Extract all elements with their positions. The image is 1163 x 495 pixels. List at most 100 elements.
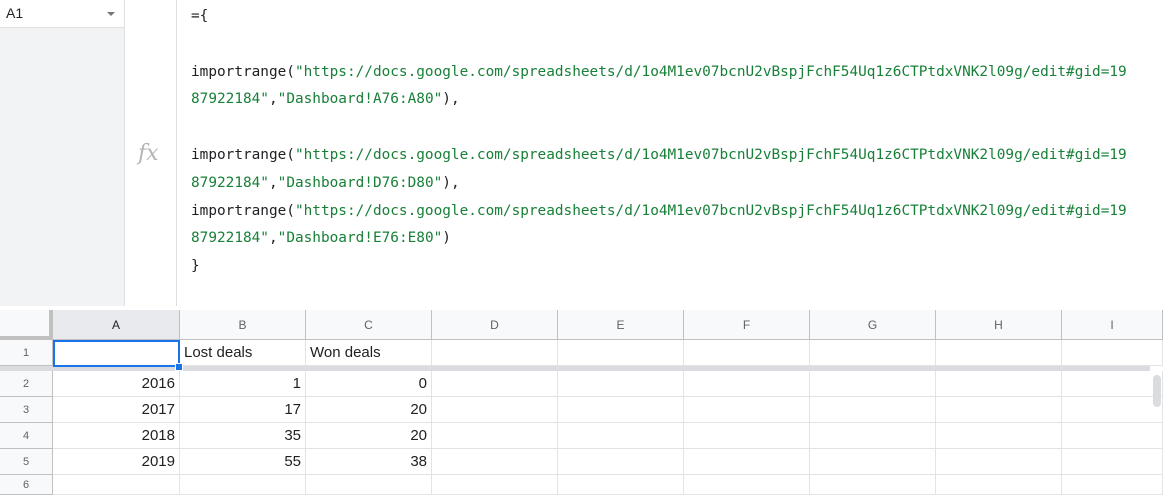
formula-line: importrange(	[191, 202, 295, 219]
cell-g3[interactable]	[810, 397, 936, 423]
cell-c6[interactable]	[306, 475, 432, 495]
formula-string: "https://docs.google.com/spreadsheets/d/…	[294, 146, 1127, 163]
name-box[interactable]: A1	[0, 0, 124, 28]
cell-h5[interactable]	[936, 449, 1062, 475]
cell-c2[interactable]: 0	[306, 371, 432, 397]
cell-i3[interactable]	[1062, 397, 1163, 423]
cell-h6[interactable]	[936, 475, 1062, 495]
column-header-i[interactable]: I	[1062, 310, 1163, 340]
cell-i4[interactable]	[1062, 423, 1163, 449]
vertical-scrollbar[interactable]	[1151, 371, 1163, 489]
cell-e2[interactable]	[558, 371, 684, 397]
cell-b1[interactable]: Lost deals	[180, 340, 306, 366]
column-header-e[interactable]: E	[558, 310, 684, 340]
cell-e3[interactable]	[558, 397, 684, 423]
cell-d2[interactable]	[432, 371, 558, 397]
formula-string: 87922184"	[191, 91, 269, 108]
name-box-area: A1	[0, 0, 124, 306]
cell-c3[interactable]: 20	[306, 397, 432, 423]
formula-line: importrange(	[191, 146, 295, 163]
row-header[interactable]: 5	[0, 449, 53, 475]
chevron-down-icon[interactable]	[107, 12, 115, 16]
formula-line: )	[442, 230, 451, 247]
cell-d6[interactable]	[432, 475, 558, 495]
cell-e5[interactable]	[558, 449, 684, 475]
cell-b4[interactable]: 35	[180, 423, 306, 449]
column-header-d[interactable]: D	[432, 310, 558, 340]
column-header-g[interactable]: G	[810, 310, 936, 340]
row-header[interactable]: 3	[0, 397, 53, 423]
column-header-b[interactable]: B	[180, 310, 306, 340]
cell-i6[interactable]	[1062, 475, 1163, 495]
formula-string: 87922184"	[191, 230, 269, 247]
row-header[interactable]: 6	[0, 475, 53, 495]
cell-b6[interactable]	[180, 475, 306, 495]
cell-f6[interactable]	[684, 475, 810, 495]
cell-e6[interactable]	[558, 475, 684, 495]
cell-c4[interactable]: 20	[306, 423, 432, 449]
row-header[interactable]: 1	[0, 340, 53, 366]
formula-line: }	[191, 258, 200, 275]
cell-d4[interactable]	[432, 423, 558, 449]
scrollbar-thumb[interactable]	[1153, 375, 1161, 407]
cell-h3[interactable]	[936, 397, 1062, 423]
cell-a5[interactable]: 2019	[53, 449, 180, 475]
active-cell-selection	[53, 340, 180, 367]
formula-string: "https://docs.google.com/spreadsheets/d/…	[294, 202, 1127, 219]
cell-d1[interactable]	[432, 340, 558, 366]
cell-a4[interactable]: 2018	[53, 423, 180, 449]
formula-line: importrange(	[191, 63, 295, 80]
cell-b2[interactable]: 1	[180, 371, 306, 397]
column-header-c[interactable]: C	[306, 310, 432, 340]
cell-d3[interactable]	[432, 397, 558, 423]
formula-line: ),	[442, 174, 460, 191]
spreadsheet-grid: A B C D E F G H I 1 Lost deals Won deals 2 2016 1 0 3 201…	[0, 310, 1163, 495]
fill-handle[interactable]	[175, 363, 183, 371]
cell-e1[interactable]	[558, 340, 684, 366]
formula-string: "https://docs.google.com/spreadsheets/d/…	[294, 63, 1127, 80]
formula-line: ),	[442, 91, 460, 108]
cell-f3[interactable]	[684, 397, 810, 423]
cell-f4[interactable]	[684, 423, 810, 449]
cell-c1[interactable]: Won deals	[306, 340, 432, 366]
column-header-f[interactable]: F	[684, 310, 810, 340]
cell-i5[interactable]	[1062, 449, 1163, 475]
formula-string: "Dashboard!E76:E80"	[277, 230, 443, 247]
formula-string: "Dashboard!A76:A80"	[277, 91, 443, 108]
cell-g4[interactable]	[810, 423, 936, 449]
formula-line: ,	[268, 230, 278, 247]
cell-h4[interactable]	[936, 423, 1062, 449]
cell-a2[interactable]: 2016	[53, 371, 180, 397]
cell-b5[interactable]: 55	[180, 449, 306, 475]
formula-editor[interactable]: ={ importrange("https://docs.google.com/…	[191, 3, 1151, 281]
cell-i2[interactable]	[1062, 371, 1163, 397]
select-all-corner[interactable]	[0, 310, 53, 340]
cell-f5[interactable]	[684, 449, 810, 475]
cell-h2[interactable]	[936, 371, 1062, 397]
cell-d5[interactable]	[432, 449, 558, 475]
formula-line: ,	[268, 91, 278, 108]
cell-i1[interactable]	[1062, 340, 1163, 366]
fx-icon: fx	[138, 141, 159, 166]
formula-string: 87922184"	[191, 174, 269, 191]
name-box-value: A1	[6, 5, 24, 21]
column-header-a[interactable]: A	[53, 310, 180, 340]
column-header-h[interactable]: H	[936, 310, 1062, 340]
cell-g1[interactable]	[810, 340, 936, 366]
cell-f2[interactable]	[684, 371, 810, 397]
cell-a3[interactable]: 2017	[53, 397, 180, 423]
row-header[interactable]: 2	[0, 371, 53, 397]
cell-c5[interactable]: 38	[306, 449, 432, 475]
cell-b3[interactable]: 17	[180, 397, 306, 423]
cell-f1[interactable]	[684, 340, 810, 366]
cell-e4[interactable]	[558, 423, 684, 449]
cell-a6[interactable]	[53, 475, 180, 495]
formula-string: "Dashboard!D76:D80"	[277, 174, 443, 191]
cell-h1[interactable]	[936, 340, 1062, 366]
formula-line: ,	[268, 174, 278, 191]
cell-g2[interactable]	[810, 371, 936, 397]
cell-g6[interactable]	[810, 475, 936, 495]
cell-g5[interactable]	[810, 449, 936, 475]
formula-line: ={	[191, 8, 209, 24]
row-header[interactable]: 4	[0, 423, 53, 449]
